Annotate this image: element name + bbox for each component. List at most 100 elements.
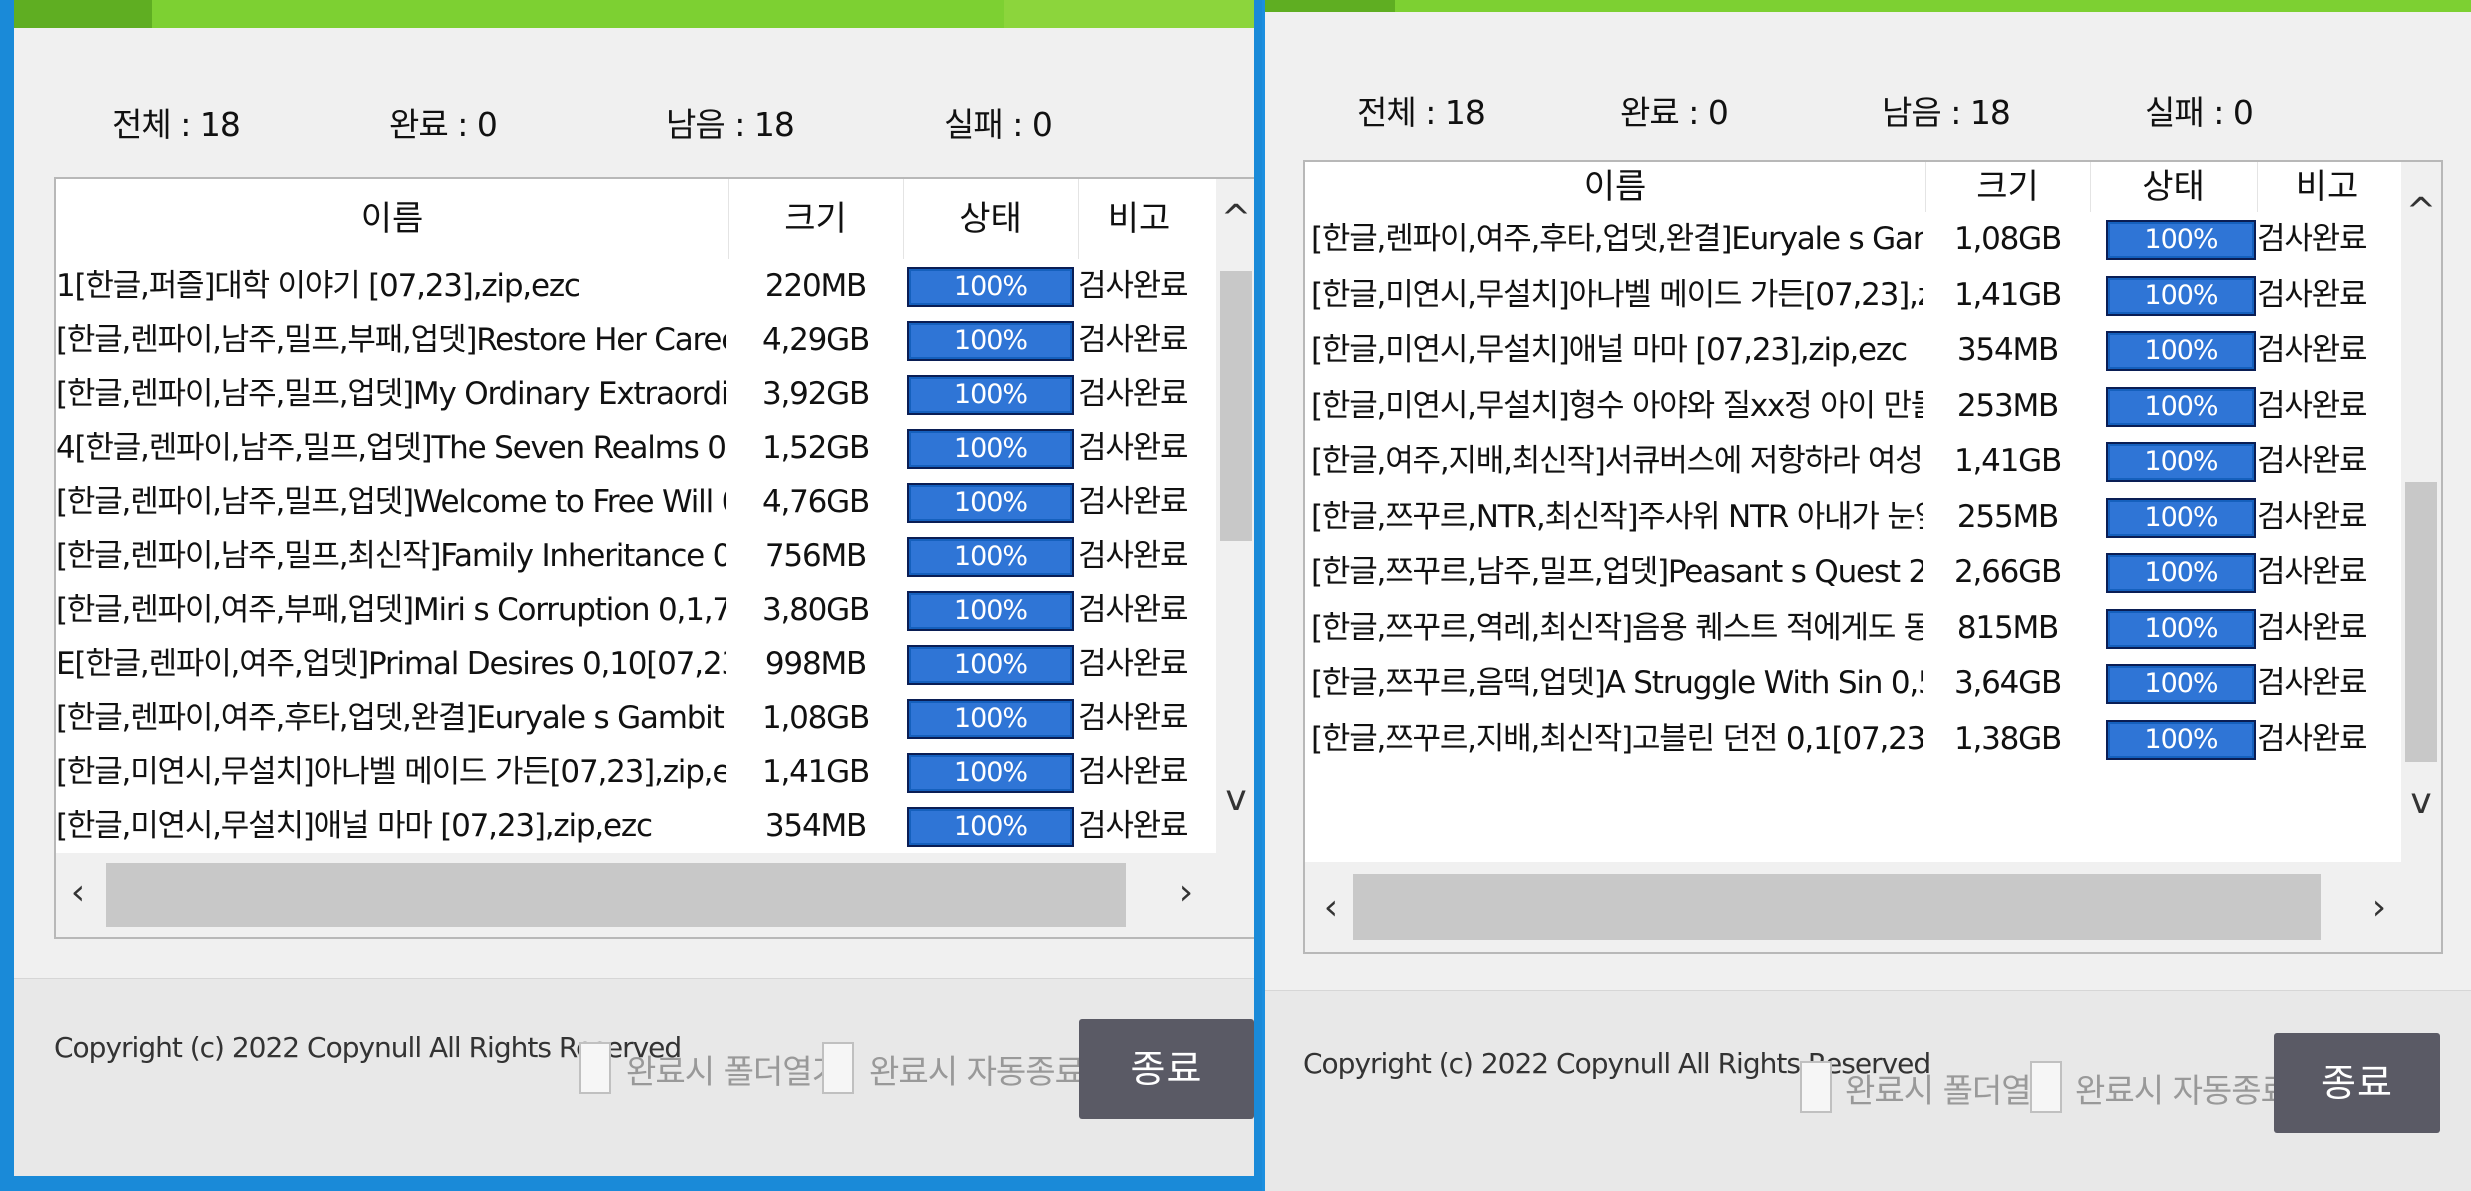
stat-total: 전체 : 18 — [112, 105, 241, 144]
list-item[interactable]: [한글,미연시,무설치]애널 마마 [07,23],zip,ezc 354MB 10… — [56, 799, 1254, 853]
progress-text: 100% — [2144, 501, 2218, 533]
scroll-left-arrow-icon[interactable]: ‹ — [58, 873, 98, 913]
list-item[interactable]: [한글,렌파이,남주,밀프,부패,업뎃]Restore Her Career 0… — [56, 313, 1254, 367]
list-item[interactable]: [한글,미연시,무설치]형수 아야와 질xx정 아이 만들기 일기 [0 253M… — [1305, 379, 2441, 433]
file-name: [한글,여주,지배,최신작]서큐버스에 저항하라 여성 기사의 종말 — [1311, 443, 1923, 479]
progress-text: 100% — [2144, 668, 2218, 699]
file-size: 998MB — [764, 646, 867, 682]
list-item[interactable]: [한글,여주,지배,최신작]서큐버스에 저항하라 여성 기사의 종말 1,41GB… — [1305, 434, 2441, 488]
progress-bar: 100% — [2106, 331, 2256, 371]
footer-bar: Copyright (c) 2022 Copynull All Rights R… — [1265, 990, 2471, 1191]
file-name: [한글,렌파이,남주,밀프,최신작]Family Inheritance 0,0… — [56, 538, 726, 574]
file-name: [한글,렌파이,남주,밀프,부패,업뎃]Restore Her Career 0… — [56, 322, 726, 358]
file-name: [한글,쯔꾸르,지배,최신작]고블린 던전 0,1[07,23],zip,ezc — [1311, 720, 1923, 757]
horizontal-scroll-thumb[interactable] — [106, 863, 1126, 927]
auto-close-checkbox[interactable] — [822, 1042, 854, 1094]
scroll-up-arrow-icon[interactable]: ^ — [1216, 199, 1254, 239]
stat-done: 완료 : 0 — [1620, 93, 1729, 132]
col-status-header[interactable]: 상태 — [903, 179, 1079, 259]
auto-close-checkbox[interactable] — [2030, 1061, 2062, 1113]
list-item[interactable]: [한글,미연시,무설치]아나벨 메이드 가든[07,23],zip,ezc 1,4… — [1305, 268, 2441, 322]
progress-cell: 100% — [907, 699, 1074, 739]
progress-bar: 100% — [907, 645, 1074, 685]
horizontal-scrollbar[interactable]: ‹ › — [1305, 862, 2441, 952]
vertical-scroll-thumb[interactable] — [1220, 271, 1252, 541]
close-button[interactable]: 종료 — [1079, 1019, 1254, 1119]
open-folder-checkbox[interactable] — [1800, 1061, 1832, 1113]
list-item[interactable]: [한글,렌파이,여주,후타,업뎃,완결]Euryale s Gambit 1,0… — [1305, 212, 2441, 266]
progress-cell: 100% — [2106, 664, 2256, 704]
stat-remain: 남음 : 18 — [666, 105, 795, 144]
file-name: [한글,렌파이,여주,후타,업뎃,완결]Euryale s Gambit 1,0… — [1311, 221, 1923, 257]
open-folder-checkbox[interactable] — [579, 1042, 611, 1094]
scroll-left-arrow-icon[interactable]: ‹ — [1311, 888, 1351, 928]
auto-close-label[interactable]: 완료시 자동종료 — [869, 1045, 1085, 1093]
list-item[interactable]: E[한글,렌파이,여주,업뎃]Primal Desires 0,10[07,23… — [56, 637, 1254, 691]
list-item[interactable]: [한글,렌파이,여주,후타,업뎃,완결]Euryale s Gambit 1,0… — [56, 691, 1254, 745]
col-name-header[interactable]: 이름 — [1305, 162, 1926, 212]
col-note-header[interactable]: 비고 — [1078, 179, 1200, 259]
progress-bar: 100% — [2106, 442, 2256, 482]
list-item[interactable]: [한글,쯔꾸르,지배,최신작]고블린 던전 0,1[07,23],zip,ezc… — [1305, 712, 2441, 766]
title-bar[interactable] — [1265, 0, 2471, 12]
file-name: 1[한글,퍼즐]대학 이야기 [07,23],zip,ezc — [56, 268, 581, 304]
progress-text: 100% — [953, 325, 1028, 356]
col-size-header[interactable]: 크기 — [728, 179, 904, 259]
progress-bar: 100% — [907, 591, 1074, 631]
col-size-header[interactable]: 크기 — [1925, 162, 2091, 212]
list-item[interactable]: [한글,쯔꾸르,NTR,최신작]주사위 NTR 아내가 눈앞에서 치욕 255MB… — [1305, 490, 2441, 544]
list-item[interactable]: [한글,쯔꾸르,음떡,업뎃]A Struggle With Sin 0,5,0,… — [1305, 656, 2441, 710]
list-item[interactable]: [한글,쯔꾸르,남주,밀프,업뎃]Peasant s Quest 2,81[07… — [1305, 545, 2441, 599]
progress-bar: 100% — [907, 321, 1074, 361]
file-name: [한글,렌파이,여주,후타,업뎃,완결]Euryale s Gambit 1,0… — [56, 700, 726, 736]
file-list[interactable]: 이름 크기 상태 비고 [한글,렌파이,여주,후타,업뎃,완결]Euryale … — [1303, 160, 2443, 954]
scroll-up-arrow-icon[interactable]: ^ — [2401, 192, 2441, 232]
vertical-scrollbar[interactable]: ^ v — [1216, 179, 1254, 853]
progress-bar: 100% — [2106, 386, 2256, 427]
auto-close-label[interactable]: 완료시 자동종료 — [2075, 1064, 2291, 1112]
col-note-header[interactable]: 비고 — [2257, 162, 2397, 212]
progress-text: 100% — [2144, 279, 2218, 311]
file-size: 220MB — [764, 268, 867, 304]
scroll-down-arrow-icon[interactable]: v — [2401, 782, 2441, 822]
progress-text: 100% — [953, 379, 1028, 410]
list-item[interactable]: [한글,렌파이,남주,밀프,업뎃]My Ordinary Extraordina… — [56, 367, 1254, 421]
list-header: 이름 크기 상태 비고 — [56, 179, 1254, 259]
progress-cell: 100% — [2106, 275, 2256, 316]
title-bar[interactable] — [14, 0, 1254, 28]
list-item[interactable]: [한글,미연시,무설치]애널 마마 [07,23],zip,ezc 354MB 10… — [1305, 323, 2441, 377]
list-item[interactable]: 4[한글,렌파이,남주,밀프,업뎃]The Seven Realms 0,8[0… — [56, 421, 1254, 475]
file-name: [한글,미연시,무설치]애널 마마 [07,23],zip,ezc — [1311, 332, 1908, 368]
file-list[interactable]: 이름 크기 상태 비고 1[한글,퍼즐]대학 이야기 [07,23],zip,e… — [54, 177, 1254, 939]
horizontal-scrollbar[interactable]: ‹ › — [56, 853, 1254, 937]
file-size: 354MB — [1956, 332, 2059, 368]
progress-text: 100% — [953, 811, 1028, 842]
list-item[interactable]: 1[한글,퍼즐]대학 이야기 [07,23],zip,ezc 220MB 100% 검… — [56, 259, 1254, 313]
col-name-header[interactable]: 이름 — [56, 179, 729, 259]
file-note: 검사완료 — [2257, 609, 2367, 646]
file-note: 검사완료 — [2257, 221, 2367, 257]
list-item[interactable]: [한글,렌파이,여주,부패,업뎃]Miri s Corruption 0,1,7… — [56, 583, 1254, 637]
col-status-header[interactable]: 상태 — [2090, 162, 2258, 212]
list-item[interactable]: [한글,쯔꾸르,역레,최신작]음용 퀘스트 적에게도 동료에게도 결 815MB 1… — [1305, 601, 2441, 655]
scroll-right-arrow-icon[interactable]: › — [2359, 888, 2399, 928]
horizontal-scroll-thumb[interactable] — [1353, 874, 2321, 940]
list-item[interactable]: [한글,미연시,무설치]아나벨 메이드 가든[07,23],zip,ezc 1,4… — [56, 745, 1254, 799]
scroll-right-arrow-icon[interactable]: › — [1166, 873, 1206, 913]
progress-bar: 100% — [2106, 497, 2256, 538]
file-name: E[한글,렌파이,여주,업뎃]Primal Desires 0,10[07,23… — [56, 646, 726, 682]
progress-bar: 100% — [907, 429, 1074, 469]
scroll-down-arrow-icon[interactable]: v — [1216, 779, 1254, 819]
vertical-scroll-thumb[interactable] — [2405, 482, 2437, 762]
close-button[interactable]: 종료 — [2274, 1033, 2440, 1133]
stat-done: 완료 : 0 — [389, 105, 498, 144]
list-item[interactable]: [한글,렌파이,남주,밀프,업뎃]Welcome to Free Will 0,… — [56, 475, 1254, 529]
file-note: 검사완료 — [1078, 700, 1188, 736]
file-name: [한글,쯔꾸르,역레,최신작]음용 퀘스트 적에게도 동료에게도 결 — [1311, 609, 1923, 646]
open-folder-label[interactable]: 완료시 폴더열기 — [626, 1045, 842, 1093]
vertical-scrollbar[interactable]: ^ v — [2401, 162, 2441, 862]
list-header: 이름 크기 상태 비고 — [1305, 162, 2441, 212]
open-folder-label[interactable]: 완료시 폴더열기 — [1845, 1064, 2061, 1112]
stat-total: 전체 : 18 — [1357, 93, 1486, 132]
list-item[interactable]: [한글,렌파이,남주,밀프,최신작]Family Inheritance 0,0… — [56, 529, 1254, 583]
